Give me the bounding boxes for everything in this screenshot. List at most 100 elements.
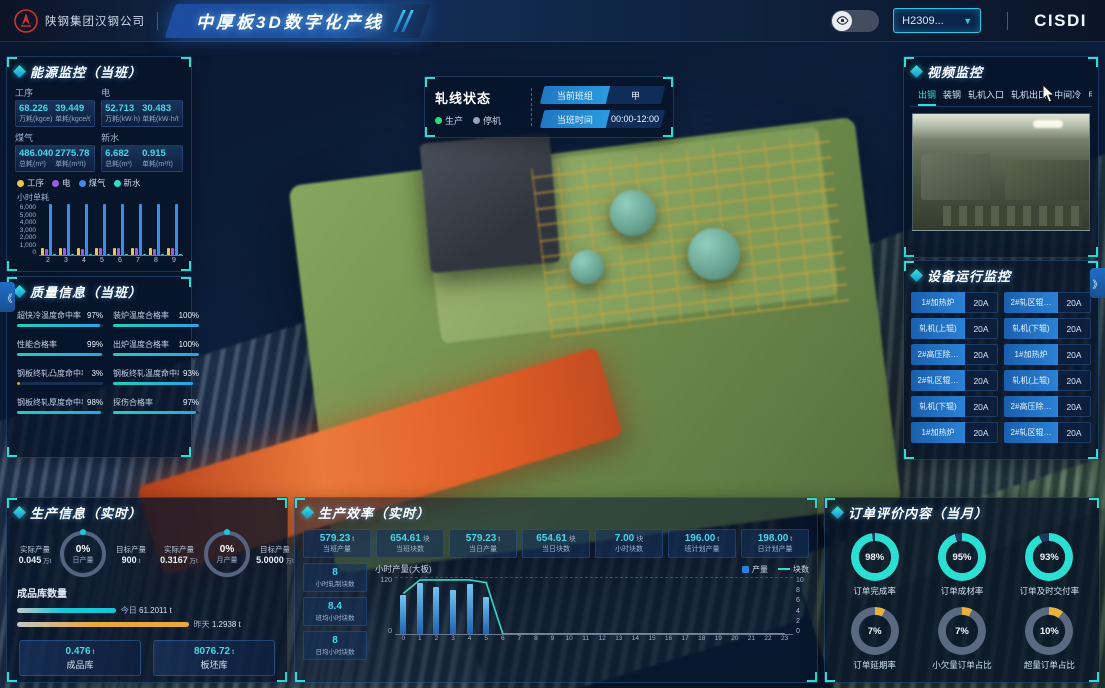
side-stat-value: 8 xyxy=(306,635,364,646)
line-selector-dropdown[interactable]: H2309... ▼ xyxy=(893,8,981,33)
equipment-name-chip[interactable]: 1#加热炉 xyxy=(1004,344,1058,365)
panel-collapse-right[interactable]: 》 xyxy=(1090,268,1105,298)
equipment-row: 轧机(上辊)20A轧机(下辊)20A xyxy=(911,318,1091,339)
axis-tick: 6 xyxy=(494,635,511,642)
bar-group xyxy=(41,204,56,255)
bar xyxy=(71,254,74,255)
legend-item: 电 xyxy=(52,177,71,189)
equipment-name-chip[interactable]: 2#轧区辊… xyxy=(1004,422,1058,443)
axis-tick: 0 xyxy=(395,635,412,642)
hourly-chart-plot xyxy=(395,577,793,635)
efficiency-stat-label: 当班块数 xyxy=(379,544,441,554)
bar xyxy=(63,248,66,255)
equipment-row: 1#加热炉20A2#轧区辊…20A xyxy=(911,422,1091,443)
progress-track xyxy=(17,324,103,327)
bar xyxy=(77,248,80,255)
production-efficiency-panel: 生产效率（实时） 579.23 t当班产量654.61 块当班块数579.23 … xyxy=(294,497,818,683)
bar xyxy=(175,204,178,255)
axis-tick: 4 xyxy=(796,608,809,615)
panel-diamond-icon xyxy=(910,65,923,78)
warehouse-value: 0.476 t xyxy=(66,646,95,657)
visibility-toggle[interactable] xyxy=(831,10,879,32)
axis-tick: 1 xyxy=(412,635,429,642)
axis-tick: 8 xyxy=(796,587,809,594)
video-tab-5[interactable]: 电动热 xyxy=(1088,88,1092,106)
equipment-name-chip[interactable]: 轧机(下辊) xyxy=(1004,318,1058,339)
equipment-name: 2#高压除… xyxy=(918,349,959,360)
quality-label: 出炉温度合格率 xyxy=(113,339,169,350)
hourly-chart-legend: 产量块数 xyxy=(742,564,809,575)
equipment-row: 1#加热炉20A2#轧区辊…20A xyxy=(911,292,1091,313)
warehouse-label: 板坯库 xyxy=(200,658,227,671)
bar xyxy=(171,248,174,255)
eye-icon xyxy=(832,11,852,31)
panel-diamond-icon xyxy=(13,506,26,519)
energy-stat-unit: 总耗(m³) xyxy=(105,159,142,169)
efficiency-stat-label: 日计划产量 xyxy=(744,544,806,554)
energy-stat-card: 6.682总耗(m³)0.915单耗(m³/t) xyxy=(101,145,183,172)
badge-value: 甲 xyxy=(606,86,665,104)
equipment-name: 1#加热炉 xyxy=(922,427,955,438)
video-tab-0[interactable]: 出钢 xyxy=(918,88,936,106)
order-donut: 95%订单成材率 xyxy=(920,533,1003,597)
equipment-value: 20A xyxy=(1058,370,1091,391)
axis-tick: 21 xyxy=(743,635,760,642)
video-tab-2[interactable]: 轧机入口 xyxy=(968,88,1004,106)
bar-group xyxy=(77,204,92,255)
quality-value: 99% xyxy=(87,340,103,349)
efficiency-side-card: 8日均小时块数 xyxy=(303,631,367,660)
equipment-name-chip[interactable]: 2#轧区辊… xyxy=(911,370,965,391)
donut-label: 订单成材率 xyxy=(941,585,984,597)
equipment-name-chip[interactable]: 2#高压除… xyxy=(1004,396,1058,417)
quality-label: 钢板终轧厚度命中率 xyxy=(17,397,83,408)
axis-tick: 0 xyxy=(15,249,36,256)
bar-group xyxy=(149,204,164,255)
camera-feed-image[interactable] xyxy=(912,113,1090,231)
axis-tick: 6 xyxy=(118,257,122,264)
bar xyxy=(107,254,110,255)
energy-stat-value: 486.040 xyxy=(19,148,55,159)
axis-tick: 2 xyxy=(428,635,445,642)
company-emblem-icon xyxy=(14,9,38,33)
equipment-name-chip[interactable]: 1#加热炉 xyxy=(911,422,965,443)
warehouse-card[interactable]: 0.476 t成品库 xyxy=(19,640,141,676)
axis-tick: 14 xyxy=(627,635,644,642)
energy-chart-legend: 工序电煤气新水 xyxy=(7,172,191,190)
bar xyxy=(179,254,182,255)
axis-tick: 0 xyxy=(375,628,392,635)
legend-label: 生产 xyxy=(445,114,463,127)
axis-tick: 5 xyxy=(100,257,104,264)
order-donut: 98%订单完成率 xyxy=(833,533,916,597)
inventory-bar-text: 今日 61.2011 t xyxy=(121,605,172,616)
donut-chart: 93% xyxy=(1025,533,1073,581)
video-tab-4[interactable]: 中间冷 xyxy=(1054,88,1081,106)
efficiency-stat-card: 654.61 块当日块数 xyxy=(522,529,590,558)
equipment-name-chip[interactable]: 2#轧区辊… xyxy=(1004,292,1058,313)
donut-chart: 98% xyxy=(851,533,899,581)
axis-tick: 9 xyxy=(544,635,561,642)
legend-label: 产量 xyxy=(752,564,768,575)
video-tab-1[interactable]: 装钢 xyxy=(943,88,961,106)
axis-tick: 4 xyxy=(82,257,86,264)
energy-stat: 52.713万耗(kW·h) xyxy=(105,103,142,124)
equipment-name: 轧机(下辊) xyxy=(919,401,956,412)
equipment-name-chip[interactable]: 2#高压除… xyxy=(911,344,965,365)
panel-collapse-left[interactable]: 《 xyxy=(0,282,15,312)
quality-item: 钢板终轧厚度命中率98% xyxy=(17,397,103,414)
quality-value: 97% xyxy=(183,398,199,407)
quality-label: 探伤合格率 xyxy=(113,397,153,408)
gauge-actual-label: 实际产量 xyxy=(13,544,57,555)
equipment-name-chip[interactable]: 轧机(下辊) xyxy=(911,396,965,417)
badge-label: 当班时间 xyxy=(540,110,610,128)
warehouse-card[interactable]: 8076.72 t板坯库 xyxy=(153,640,275,676)
equipment-pair: 1#加热炉20A xyxy=(1004,344,1091,365)
axis-tick: 3 xyxy=(445,635,462,642)
quality-label: 钢板终轧温度命中率 xyxy=(113,368,179,379)
equipment-row: 轧机(下辊)20A2#高压除…20A xyxy=(911,396,1091,417)
order-donut: 10%超量订单占比 xyxy=(1008,607,1091,671)
equipment-name-chip[interactable]: 1#加热炉 xyxy=(911,292,965,313)
axis-tick: 4,000 xyxy=(15,219,36,226)
equipment-name-chip[interactable]: 轧机(上辊) xyxy=(1004,370,1058,391)
equipment-name-chip[interactable]: 轧机(上辊) xyxy=(911,318,965,339)
progress-fill xyxy=(17,324,100,327)
